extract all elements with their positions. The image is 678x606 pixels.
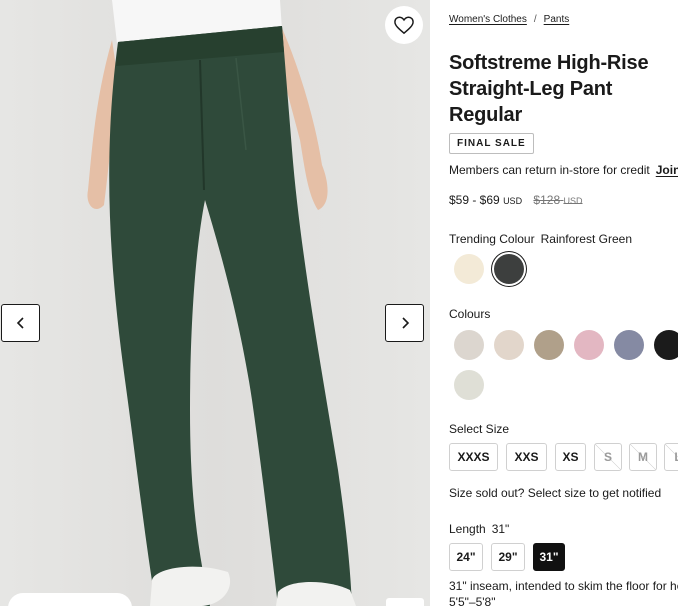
sale-price-currency: USD <box>503 196 523 206</box>
size-button-xs[interactable]: XS <box>555 443 586 471</box>
size-button-s[interactable]: S <box>594 443 622 471</box>
members-return-note: Members can return in-store for credit Jo… <box>449 163 678 177</box>
original-price: $128 USD <box>533 193 582 207</box>
breadcrumb-separator: / <box>533 14 537 25</box>
size-button-xxs[interactable]: XXS <box>506 443 547 471</box>
length-label: Length 31" <box>449 522 509 536</box>
trending-colour-heading: Trending Colour <box>449 232 535 246</box>
chevron-left-icon <box>16 317 24 329</box>
product-title-line: Regular <box>449 104 523 126</box>
size-button-xxxs[interactable]: XXXS <box>449 443 498 471</box>
sale-price-range: $59 - $69 <box>449 193 500 207</box>
original-price-currency: USD <box>563 196 583 206</box>
colour-swatch[interactable] <box>454 370 484 400</box>
colour-swatch[interactable] <box>534 330 564 360</box>
length-selected-value: 31" <box>491 522 510 536</box>
favorite-button[interactable] <box>385 6 423 44</box>
product-image-gallery <box>0 0 430 606</box>
length-description: 31" inseam, intended to skim the floor f… <box>449 579 678 593</box>
members-return-text: Members can return in-store for credit <box>449 163 650 177</box>
final-sale-badge: FINAL SALE <box>449 133 534 154</box>
breadcrumb-link-womens-clothes[interactable]: Women's Clothes <box>449 14 527 25</box>
product-title-line: Softstreme High-Rise <box>449 52 649 74</box>
chevron-right-icon <box>401 317 409 329</box>
select-size-label: Select Size <box>449 422 510 436</box>
original-price-value: $128 <box>533 193 561 207</box>
product-title: Softstreme High-Rise Straight-Leg Pant R… <box>449 50 678 128</box>
colours-label: Colours <box>449 307 491 321</box>
trending-swatch-ivory[interactable] <box>454 254 484 284</box>
length-button-24[interactable]: 24" <box>449 543 483 571</box>
colour-swatch[interactable] <box>614 330 644 360</box>
heart-icon <box>394 16 414 35</box>
length-heading: Length <box>449 522 486 536</box>
size-sold-out-note[interactable]: Size sold out? Select size to get notifi… <box>449 486 661 500</box>
product-details-panel: Women's Clothes / Pants Softstreme High-… <box>449 0 678 606</box>
length-button-29[interactable]: 29" <box>491 543 525 571</box>
join-link[interactable]: Join <box>656 163 678 177</box>
price: $59 - $69 USD $128 USD <box>449 193 582 207</box>
next-image-button[interactable] <box>385 304 424 342</box>
image-overlay-pill[interactable] <box>8 593 132 606</box>
length-button-31[interactable]: 31" <box>533 543 565 571</box>
trending-colour-value: Rainforest Green <box>540 232 632 246</box>
colour-swatch[interactable] <box>494 330 524 360</box>
colour-swatch[interactable] <box>454 330 484 360</box>
product-title-line: Straight-Leg Pant <box>449 78 613 100</box>
size-button-m[interactable]: M <box>629 443 657 471</box>
previous-image-button[interactable] <box>1 304 40 342</box>
size-button-l[interactable]: L <box>664 443 678 471</box>
breadcrumb: Women's Clothes / Pants <box>449 14 569 25</box>
colour-swatch[interactable] <box>654 330 678 360</box>
product-photo <box>0 0 430 606</box>
image-overlay-button[interactable] <box>386 598 424 606</box>
breadcrumb-link-pants[interactable]: Pants <box>544 14 570 25</box>
length-height-range: 5'5"–5'8" <box>449 595 496 606</box>
trending-colour-label: Trending Colour Rainforest Green <box>449 232 632 246</box>
trending-swatch-rainforest-green[interactable] <box>494 254 524 284</box>
colour-swatch[interactable] <box>574 330 604 360</box>
